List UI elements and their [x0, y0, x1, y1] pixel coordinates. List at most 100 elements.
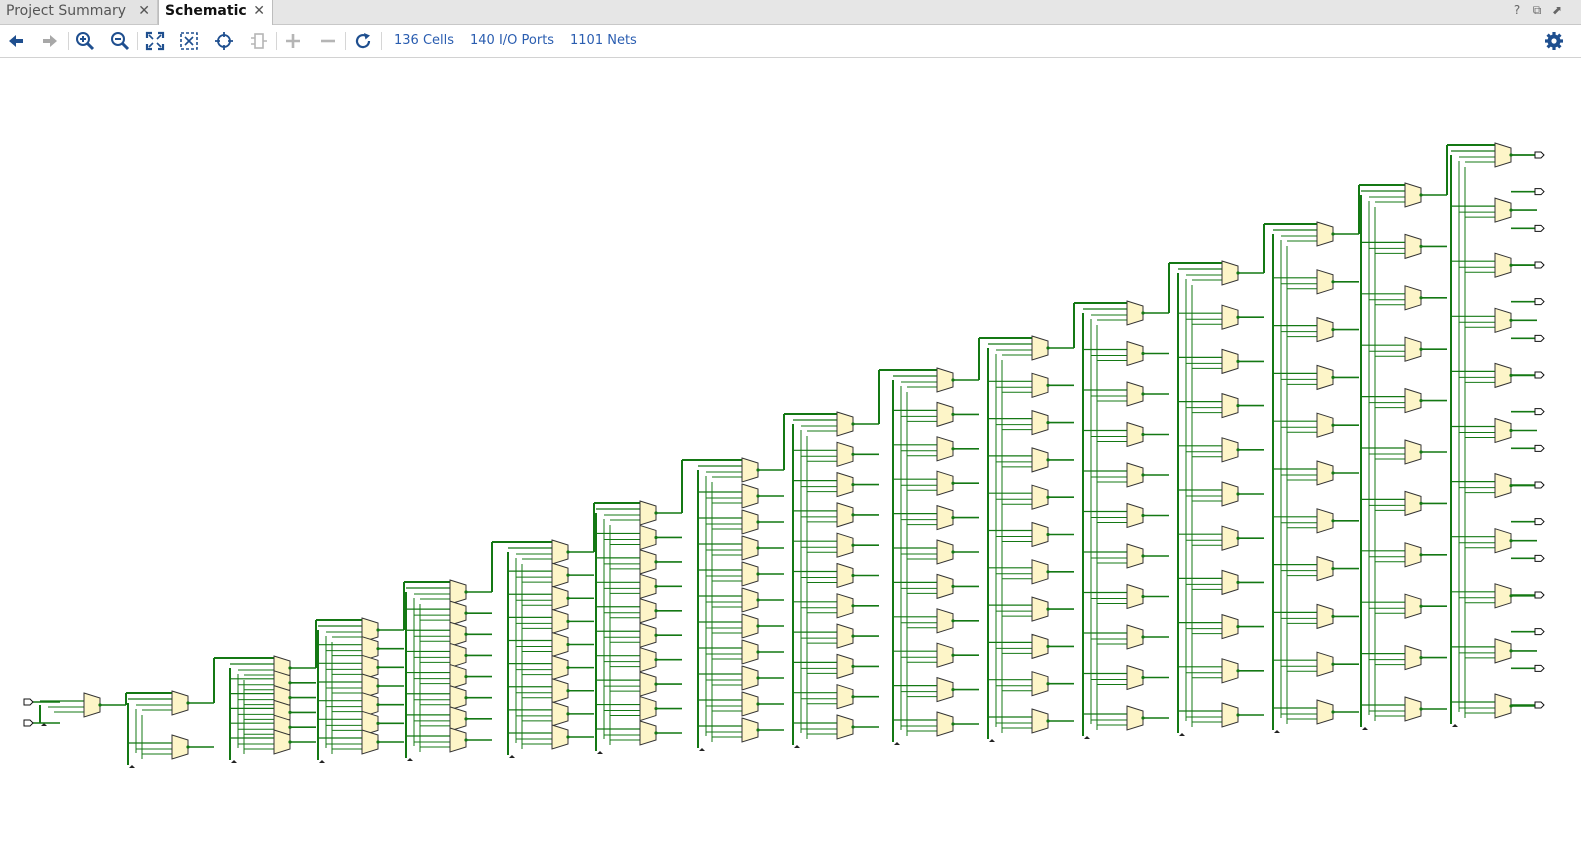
mux-cell[interactable] — [936, 436, 955, 462]
mux-cell[interactable] — [836, 714, 855, 740]
mux-cell[interactable] — [1031, 484, 1050, 510]
mux-cell[interactable] — [1031, 559, 1050, 585]
mux-cell[interactable] — [1316, 364, 1335, 391]
mux-cell[interactable] — [449, 579, 468, 605]
mux-cell[interactable] — [1221, 702, 1240, 728]
mux-cell[interactable] — [936, 470, 955, 496]
zoom-out-button[interactable] — [108, 29, 132, 53]
mux-cell[interactable] — [836, 471, 855, 498]
mux-cell[interactable] — [449, 706, 468, 732]
mux-cell[interactable] — [1221, 437, 1240, 463]
mux-cell[interactable] — [1316, 269, 1335, 295]
mux-cell[interactable] — [1404, 696, 1423, 722]
mux-cell[interactable] — [171, 734, 190, 760]
schematic-diagram[interactable] — [0, 58, 1581, 854]
mux-cell[interactable] — [1031, 596, 1050, 622]
zoom-in-button[interactable] — [73, 29, 97, 53]
output-port-icon[interactable] — [1534, 298, 1545, 306]
mux-cell[interactable] — [741, 535, 760, 561]
mux-cell[interactable] — [1126, 624, 1145, 650]
mux-cell[interactable] — [551, 539, 570, 565]
mux-cell[interactable] — [1404, 233, 1423, 260]
mux-cell[interactable] — [1404, 490, 1423, 517]
mux-cell[interactable] — [1316, 221, 1335, 247]
mux-cell[interactable] — [1316, 555, 1335, 582]
output-port-icon[interactable] — [1534, 518, 1545, 526]
mux-cell[interactable] — [936, 539, 955, 565]
collapse-button[interactable] — [316, 29, 340, 53]
mux-cell[interactable] — [1316, 651, 1335, 677]
schematic-canvas[interactable] — [0, 58, 1581, 854]
mux-cell[interactable] — [1031, 409, 1050, 436]
output-port-icon[interactable] — [1534, 188, 1545, 196]
zoom-area-button[interactable] — [177, 29, 201, 53]
mux-cell[interactable] — [449, 685, 468, 711]
mux-cell[interactable] — [741, 717, 760, 743]
mux-cell[interactable] — [1494, 252, 1513, 278]
mux-cell[interactable] — [1031, 671, 1050, 697]
mux-cell[interactable] — [639, 695, 658, 722]
mux-cell[interactable] — [1316, 603, 1335, 630]
close-icon[interactable]: ✕ — [138, 0, 150, 22]
mux-cell[interactable] — [639, 671, 658, 697]
input-port-icon[interactable] — [23, 719, 34, 727]
mux-cell[interactable] — [936, 401, 955, 428]
mux-cell[interactable] — [836, 562, 855, 589]
mux-cell[interactable] — [1031, 708, 1050, 734]
mux-cell[interactable] — [741, 483, 760, 509]
mux-cell[interactable] — [449, 621, 468, 647]
mux-cell[interactable] — [1404, 644, 1423, 671]
mux-cell[interactable] — [741, 691, 760, 717]
output-port-icon[interactable] — [1534, 151, 1545, 159]
mux-cell[interactable] — [551, 631, 570, 658]
mux-cell[interactable] — [1494, 693, 1513, 719]
mux-cell[interactable] — [639, 720, 658, 746]
mux-cell[interactable] — [361, 729, 380, 755]
mux-cell[interactable] — [1126, 421, 1145, 448]
io-ports-count-link[interactable]: 140 I/O Ports — [470, 33, 554, 49]
fit-view-button[interactable] — [143, 29, 167, 53]
mux-cell[interactable] — [639, 573, 658, 600]
mux-cell[interactable] — [1126, 502, 1145, 529]
mux-cell[interactable] — [741, 587, 760, 613]
mux-cell[interactable] — [1404, 439, 1423, 465]
mux-cell[interactable] — [1316, 412, 1335, 438]
mux-cell[interactable] — [936, 608, 955, 634]
mux-cell[interactable] — [1494, 307, 1513, 333]
settings-button[interactable] — [1542, 29, 1566, 53]
mux-cell[interactable] — [1404, 336, 1423, 362]
mux-cell[interactable] — [171, 690, 190, 716]
output-port-icon[interactable] — [1534, 591, 1545, 599]
output-port-icon[interactable] — [1534, 664, 1545, 672]
output-port-icon[interactable] — [1534, 701, 1545, 709]
input-port-icon[interactable] — [23, 698, 34, 706]
refresh-button[interactable] — [351, 29, 375, 53]
mux-cell[interactable] — [1221, 569, 1240, 596]
mux-cell[interactable] — [836, 653, 855, 680]
mux-cell[interactable] — [1494, 197, 1513, 223]
mux-cell[interactable] — [449, 727, 468, 753]
mux-cell[interactable] — [1404, 182, 1423, 208]
mux-cell[interactable] — [1316, 316, 1335, 343]
mux-cell[interactable] — [551, 562, 570, 588]
close-icon[interactable]: ✕ — [253, 0, 265, 22]
output-port-icon[interactable] — [1534, 554, 1545, 562]
mux-cell[interactable] — [83, 692, 102, 718]
back-button[interactable] — [4, 29, 28, 53]
mux-cell[interactable] — [741, 457, 760, 483]
mux-cell[interactable] — [1031, 335, 1050, 361]
mux-cell[interactable] — [1494, 528, 1513, 554]
mux-cell[interactable] — [1126, 381, 1145, 407]
output-port-icon[interactable] — [1534, 261, 1545, 269]
mux-cell[interactable] — [936, 367, 955, 393]
output-port-icon[interactable] — [1534, 444, 1545, 452]
mux-cell[interactable] — [449, 642, 468, 669]
mux-cell[interactable] — [936, 504, 955, 531]
output-port-icon[interactable] — [1534, 481, 1545, 489]
mux-cell[interactable] — [936, 676, 955, 703]
output-port-icon[interactable] — [1534, 408, 1545, 416]
mux-cell[interactable] — [1494, 362, 1513, 389]
mux-cell[interactable] — [639, 646, 658, 673]
mux-cell[interactable] — [551, 678, 570, 704]
mux-cell[interactable] — [741, 665, 760, 691]
